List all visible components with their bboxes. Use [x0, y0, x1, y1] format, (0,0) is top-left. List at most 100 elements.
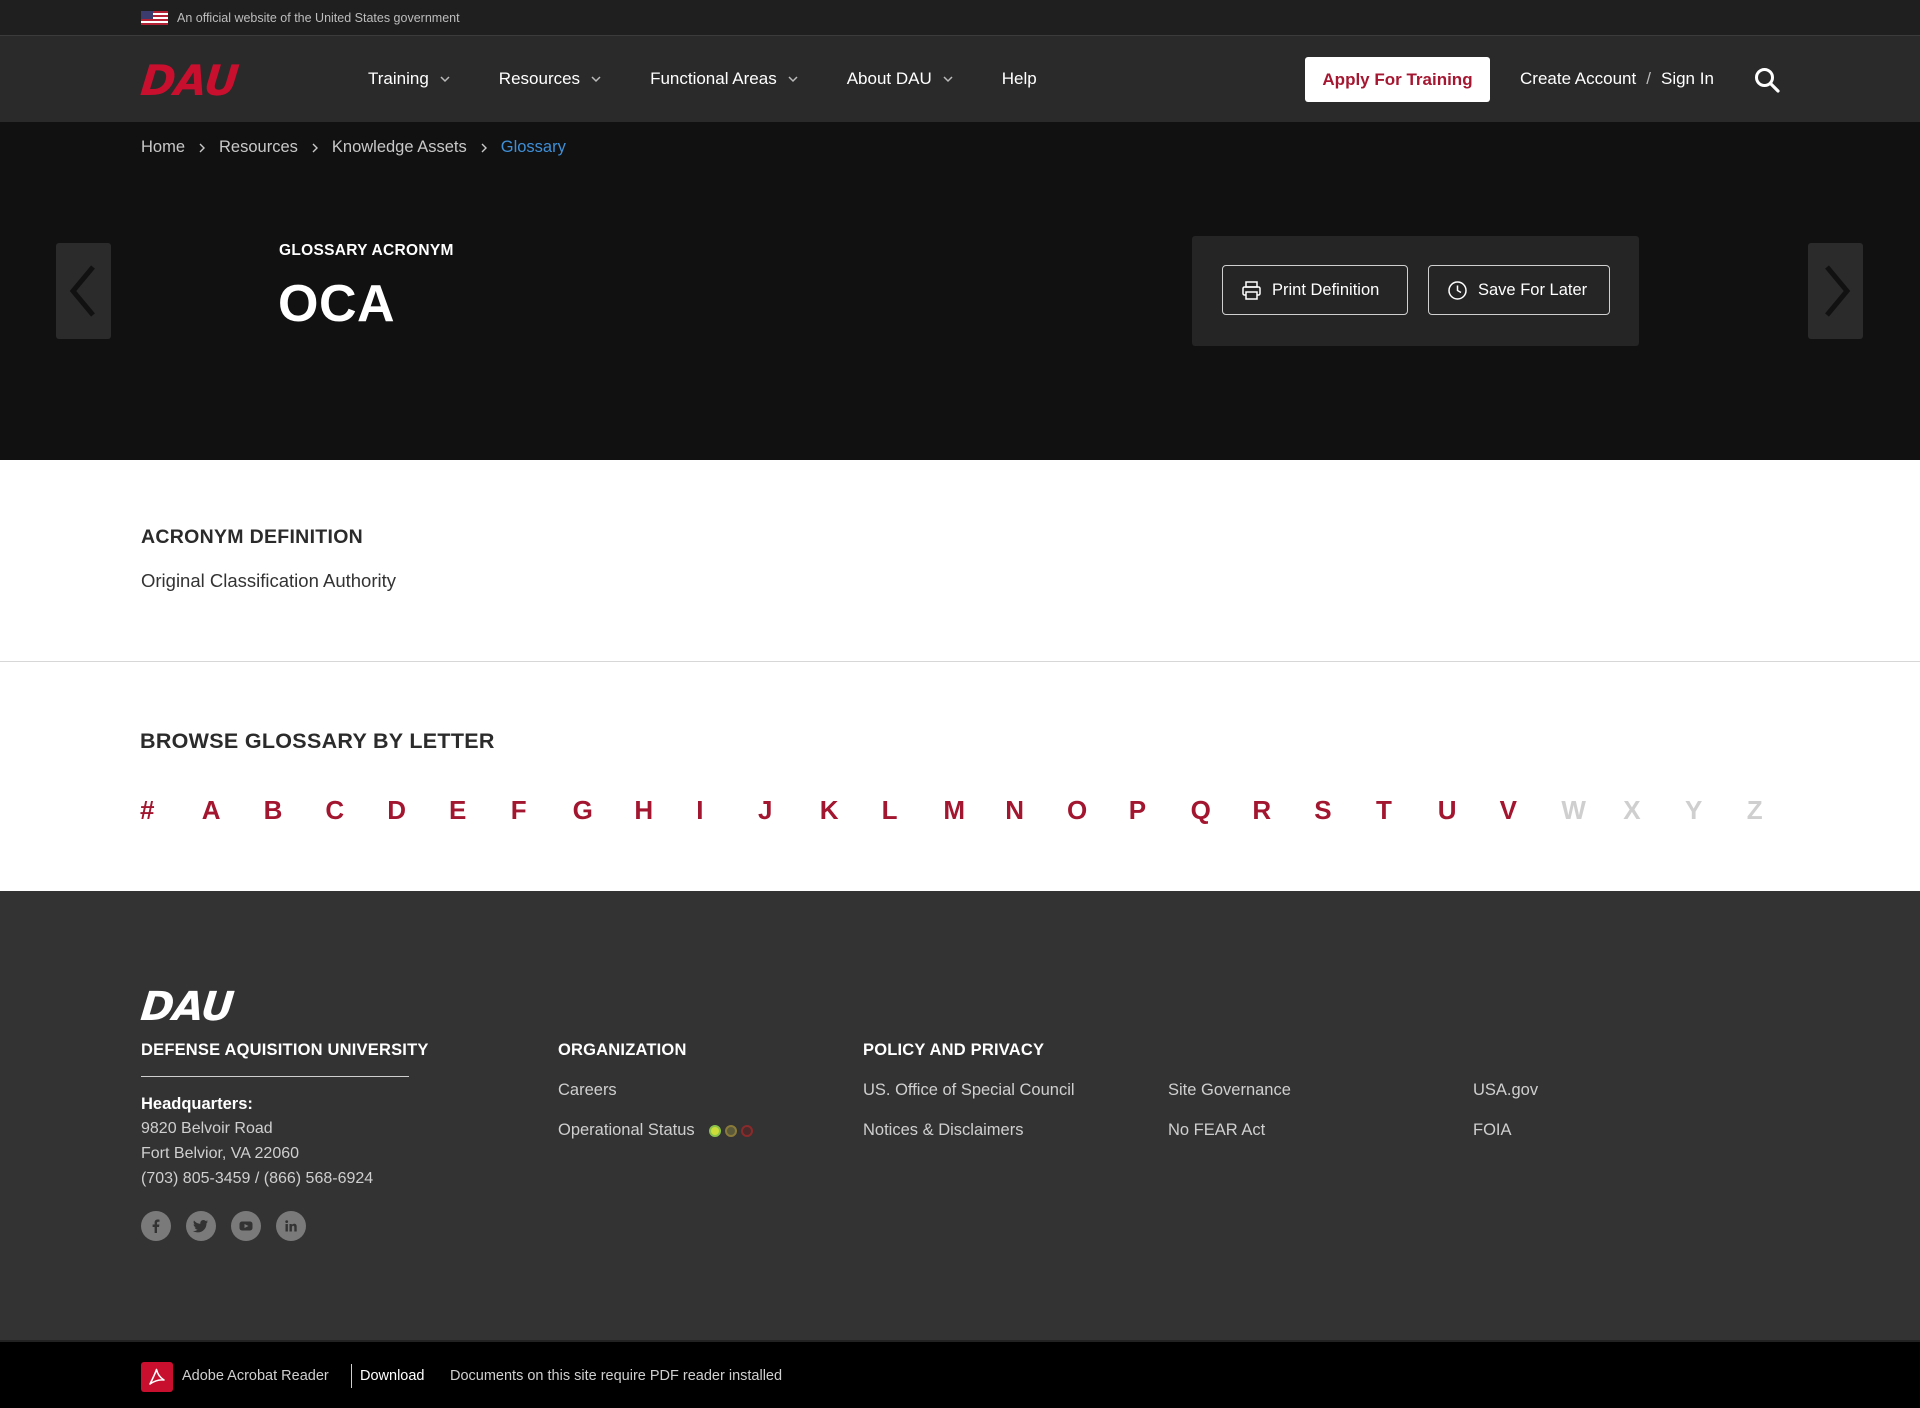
letter-link: X: [1623, 795, 1641, 825]
chevron-right-icon: [481, 143, 487, 152]
letter-link[interactable]: U: [1438, 795, 1457, 826]
letter-link[interactable]: P: [1129, 795, 1146, 826]
clock-icon: [1448, 280, 1467, 300]
letter-link[interactable]: B: [264, 795, 283, 826]
youtube-icon[interactable]: [231, 1211, 261, 1241]
footer-university-name: DEFENSE AQUISITION UNIVERSITY: [141, 1041, 429, 1059]
nav-resources[interactable]: Resources: [499, 69, 602, 89]
facebook-icon[interactable]: [141, 1211, 171, 1241]
breadcrumb-knowledge-assets[interactable]: Knowledge Assets: [332, 138, 467, 157]
print-definition-button[interactable]: Print Definition: [1222, 265, 1408, 315]
pdf-note: Documents on this site require PDF reade…: [450, 1368, 783, 1384]
nav-item-label: Resources: [498, 69, 581, 88]
letter-link[interactable]: M: [943, 795, 965, 826]
previous-term-button[interactable]: [56, 243, 111, 339]
chevron-right-icon: [312, 143, 318, 152]
letter-link[interactable]: #: [140, 795, 154, 826]
chevron-right-icon: [199, 143, 206, 152]
glossary-hero: Home Resources Knowledge Assets Glossary…: [0, 122, 1920, 460]
careers-link[interactable]: Careers: [558, 1081, 617, 1100]
letter-link[interactable]: G: [573, 795, 593, 826]
letter-link[interactable]: R: [1252, 795, 1271, 826]
nav-functional-areas[interactable]: Functional Areas: [650, 69, 799, 89]
site-governance-link[interactable]: Site Governance: [1168, 1081, 1291, 1100]
letter-link[interactable]: A: [202, 795, 221, 826]
browse-heading: BROWSE GLOSSARY BY LETTER: [140, 729, 495, 753]
letter-link[interactable]: N: [1005, 795, 1024, 826]
letter-link: Z: [1746, 795, 1763, 825]
chevron-down-icon: [440, 76, 450, 83]
account-links: Create Account / Sign In: [1520, 36, 1714, 122]
notices-disclaimers-link[interactable]: Notices & Disclaimers: [863, 1121, 1023, 1140]
letter-link: Y: [1685, 795, 1703, 825]
osc-link[interactable]: US. Office of Special Council: [863, 1081, 1075, 1100]
definition-heading: ACRONYM DEFINITION: [141, 526, 364, 548]
pdf-reader-strip: Adobe Acrobat Reader Download Documents …: [0, 1340, 1920, 1408]
organization-heading: ORGANIZATION: [558, 1041, 687, 1059]
status-indicator: [709, 1124, 757, 1137]
breadcrumb-resources[interactable]: Resources: [219, 138, 298, 157]
breadcrumb-glossary[interactable]: Glossary: [501, 138, 566, 157]
phone-numbers: (703) 805-3459 / (866) 568-6924: [141, 1170, 374, 1187]
print-definition-label: Print Definition: [1272, 280, 1380, 299]
letter-link[interactable]: I: [696, 795, 703, 826]
nav-item-label: About DAU: [846, 69, 932, 88]
letter-link[interactable]: T: [1376, 795, 1392, 826]
twitter-icon[interactable]: [186, 1211, 216, 1241]
dau-logo[interactable]: DAU: [138, 56, 240, 105]
nav-help[interactable]: Help: [1002, 69, 1037, 89]
acronym-title: OCA: [278, 275, 396, 333]
no-fear-act-link[interactable]: No FEAR Act: [1168, 1121, 1265, 1140]
chevron-right-icon: [1824, 265, 1850, 317]
gov-banner-text: An official website of the United States…: [177, 11, 460, 25]
letter-index: # A B C D E F G H I J K L M N O P Q R S T U V W X Y Z: [140, 795, 1790, 835]
letter-link[interactable]: V: [1500, 795, 1517, 826]
nav-item-label: Functional Areas: [650, 69, 777, 88]
letter-link: W: [1561, 795, 1586, 825]
status-dot-green: [709, 1124, 722, 1137]
site-header: DAU Training Resources Functional Areas …: [0, 36, 1920, 122]
foia-link[interactable]: FOIA: [1473, 1121, 1512, 1140]
chevron-down-icon: [788, 76, 798, 83]
linkedin-icon[interactable]: [276, 1211, 306, 1241]
account-separator: /: [1646, 69, 1651, 88]
letter-link[interactable]: O: [1067, 795, 1087, 826]
letter-link[interactable]: D: [387, 795, 406, 826]
nav-training[interactable]: Training: [368, 69, 451, 89]
nav-item-label: Training: [368, 69, 429, 88]
acrobat-reader-label: Adobe Acrobat Reader: [182, 1368, 329, 1384]
create-account-link[interactable]: Create Account: [1520, 69, 1636, 89]
footer-dau-logo[interactable]: DAU: [139, 984, 236, 1030]
nav-about-dau[interactable]: About DAU: [847, 69, 954, 89]
operational-status-link[interactable]: Operational Status: [558, 1121, 757, 1140]
letter-link[interactable]: H: [634, 795, 653, 826]
breadcrumb-home[interactable]: Home: [141, 138, 185, 157]
letter-link[interactable]: C: [325, 795, 344, 826]
gov-banner: An official website of the United States…: [0, 0, 1920, 36]
usa-gov-link[interactable]: USA.gov: [1473, 1081, 1538, 1100]
download-link[interactable]: Download: [360, 1368, 425, 1384]
status-dot-yellow: [725, 1124, 738, 1137]
chevron-down-icon: [591, 76, 601, 83]
address-line1: 9820 Belvoir Road: [141, 1120, 273, 1137]
letter-link[interactable]: E: [449, 795, 466, 826]
letter-link[interactable]: F: [511, 795, 527, 826]
letter-link[interactable]: S: [1314, 795, 1331, 826]
letter-link[interactable]: J: [758, 795, 772, 826]
main-nav: Training Resources Functional Areas Abou…: [368, 36, 1085, 122]
social-links: [141, 1211, 321, 1241]
search-icon[interactable]: [1753, 66, 1781, 94]
action-panel: Print Definition Save For Later: [1192, 236, 1639, 346]
apply-for-training-button[interactable]: Apply For Training: [1305, 57, 1490, 102]
letter-link[interactable]: Q: [1191, 795, 1211, 826]
save-for-later-button[interactable]: Save For Later: [1428, 265, 1610, 315]
us-flag-icon: [141, 11, 168, 25]
status-dot-red: [741, 1124, 754, 1137]
glossary-acronym-label: GLOSSARY ACRONYM: [279, 242, 454, 259]
letter-link[interactable]: L: [882, 795, 898, 826]
sign-in-link[interactable]: Sign In: [1661, 69, 1714, 89]
next-term-button[interactable]: [1808, 243, 1863, 339]
letter-link[interactable]: K: [820, 795, 839, 826]
footer-divider: [141, 1076, 409, 1077]
breadcrumb: Home Resources Knowledge Assets Glossary: [141, 138, 566, 157]
